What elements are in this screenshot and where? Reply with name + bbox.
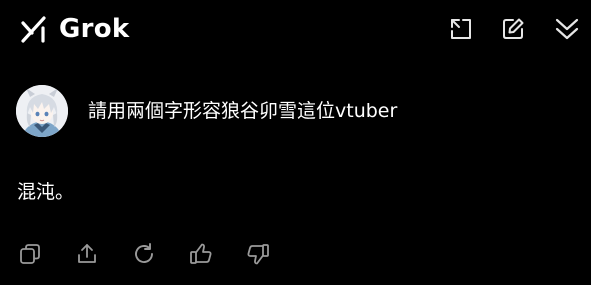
thumbs-down-button[interactable]: [242, 238, 274, 270]
user-message-text: 請用兩個字形容狼谷卯雪這位vtuber: [88, 100, 398, 122]
copy-icon: [20, 244, 40, 264]
vtuber-avatar-image: [16, 85, 68, 137]
share-button[interactable]: [71, 238, 103, 270]
header-bar: Grok: [0, 0, 591, 58]
expand-icon: [451, 19, 471, 39]
assistant-reply-text: 混沌。: [17, 181, 75, 203]
thumbs-down-icon: [247, 244, 269, 265]
grok-logo: Grok: [19, 12, 130, 46]
expand-button[interactable]: [446, 14, 476, 44]
app-name: Grok: [59, 14, 130, 44]
share-icon: [78, 244, 96, 263]
collapse-button[interactable]: [552, 14, 582, 44]
regenerate-button[interactable]: [128, 238, 160, 270]
grok-logo-icon: [21, 16, 46, 43]
thumbs-up-icon: [190, 243, 212, 264]
edit-button[interactable]: [498, 14, 528, 44]
user-message-row: 請用兩個字形容狼谷卯雪這位vtuber: [16, 84, 397, 138]
collapse-icon: [555, 18, 579, 40]
copy-button[interactable]: [14, 238, 46, 270]
regenerate-icon: [135, 243, 153, 263]
message-actions: [14, 238, 299, 270]
avatar[interactable]: [16, 85, 68, 137]
edit-icon: [503, 18, 524, 39]
thumbs-up-button[interactable]: [185, 238, 217, 270]
